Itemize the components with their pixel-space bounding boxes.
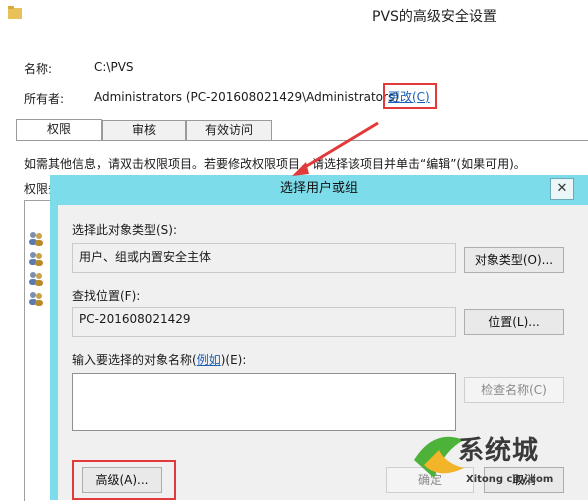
watermark-text: 系统城	[458, 436, 540, 466]
watermark-subtext: Xitong city.com	[466, 474, 554, 485]
